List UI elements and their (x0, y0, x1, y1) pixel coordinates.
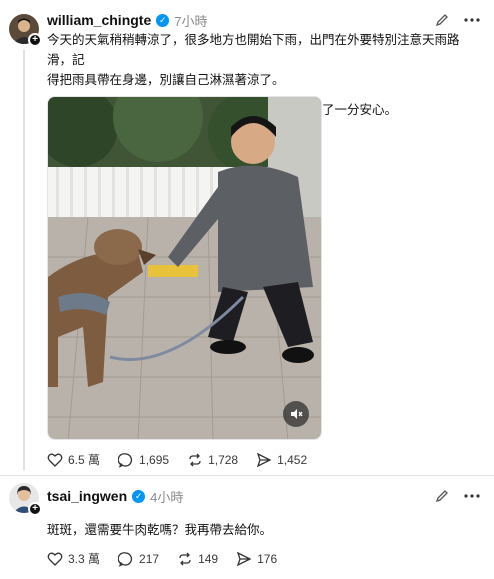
photo-man-petting-dog (48, 97, 321, 439)
share-button[interactable]: 1,452 (256, 452, 307, 468)
post-action-bar: 6.5 萬 1,695 1,728 1,452 (47, 451, 325, 468)
comment-count: 217 (139, 551, 160, 566)
share-button[interactable]: 176 (236, 551, 277, 567)
translate-icon[interactable] (432, 10, 452, 30)
post-william: + william_chingte ✓ 7小時 今天的天氣稍稍轉涼了，很多地方也… (0, 0, 494, 476)
translate-icon[interactable] (432, 486, 452, 506)
avatar[interactable]: + (9, 14, 42, 47)
verified-badge-icon: ✓ (156, 13, 170, 27)
comment-icon (118, 551, 133, 567)
follow-plus-icon[interactable]: + (28, 502, 42, 516)
send-icon (236, 551, 252, 566)
post-text-line: 今天的天氣稍稍轉涼了，很多地方也開始下雨，出門在外要特別注意天雨路滑，記 (47, 33, 460, 67)
comment-button[interactable]: 217 (118, 551, 159, 567)
repost-count: 1,728 (208, 452, 239, 467)
repost-button[interactable]: 149 (177, 551, 218, 567)
like-button[interactable]: 6.5 萬 (47, 451, 100, 468)
post-tsai: + tsai_ingwen ✓ 4小時 斑斑，還需要牛肉乾嗎？我再帶去給你。 3… (0, 476, 494, 579)
more-options-icon[interactable] (462, 486, 482, 506)
like-count: 6.5 萬 (68, 453, 101, 467)
follow-plus-icon[interactable]: + (28, 33, 42, 47)
comment-button[interactable]: 1,695 (118, 452, 169, 468)
send-icon (256, 452, 272, 467)
more-options-icon[interactable] (462, 10, 482, 30)
post-action-bar: 3.3 萬 217 149 176 (47, 550, 295, 567)
speaker-muted-icon (291, 409, 303, 419)
verified-badge-icon: ✓ (132, 489, 146, 503)
username[interactable]: william_chingte (47, 12, 151, 28)
username[interactable]: tsai_ingwen (47, 488, 127, 504)
avatar[interactable]: + (9, 483, 42, 516)
share-count: 1,452 (277, 452, 308, 467)
comment-count: 1,695 (139, 452, 170, 467)
like-count: 3.3 萬 (68, 552, 101, 566)
share-count: 176 (257, 551, 278, 566)
repost-count: 149 (198, 551, 219, 566)
post-actions-top (432, 486, 482, 506)
post-text-line: 得把雨具帶在身邊，別讓自己淋濕著涼了。 (47, 73, 285, 87)
thread-line (23, 50, 25, 470)
repost-button[interactable]: 1,728 (187, 452, 238, 468)
post-header: william_chingte ✓ 7小時 (47, 10, 207, 30)
repost-icon (179, 552, 191, 565)
like-button[interactable]: 3.3 萬 (47, 550, 100, 567)
comment-icon (118, 452, 133, 468)
post-photo[interactable] (47, 96, 322, 440)
heart-icon (47, 552, 63, 566)
post-actions-top (432, 10, 482, 30)
heart-icon (47, 453, 63, 467)
repost-icon (189, 453, 201, 466)
mute-button[interactable] (283, 401, 309, 427)
timestamp[interactable]: 7小時 (174, 11, 207, 30)
post-header: tsai_ingwen ✓ 4小時 (47, 486, 183, 506)
post-text-line: 斑斑，還需要牛肉乾嗎？我再帶去給你。 (47, 523, 273, 537)
post-text: 斑斑，還需要牛肉乾嗎？我再帶去給你。 (47, 520, 480, 540)
timestamp[interactable]: 4小時 (150, 487, 183, 506)
